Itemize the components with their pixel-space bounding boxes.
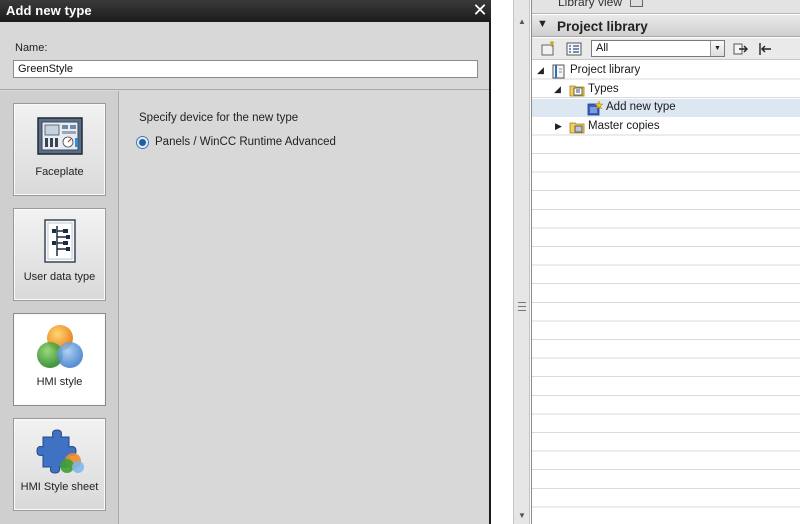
name-label: Name: xyxy=(15,42,48,54)
export-icon[interactable] xyxy=(733,41,749,57)
faceplate-icon xyxy=(37,117,83,155)
add-new-type-dialog: Add new type ✕ Name: Faceplate xyxy=(0,0,491,524)
hmi-style-icon xyxy=(37,325,83,368)
type-user-data-type-label: User data type xyxy=(23,271,96,283)
type-selection-list: Faceplate User data type HMI style HMI S… xyxy=(0,91,119,524)
import-icon[interactable] xyxy=(757,41,773,57)
tree-expanded-arrow-icon[interactable]: ◢ xyxy=(554,84,561,95)
type-hmi-style-button[interactable]: HMI style xyxy=(13,313,106,406)
name-section: Name: xyxy=(0,22,489,90)
filter-dropdown[interactable]: All ▼ xyxy=(591,40,725,57)
device-radio-button[interactable] xyxy=(136,135,149,149)
chevron-down-icon[interactable]: ▼ xyxy=(537,18,548,30)
type-hmi-style-sheet-button[interactable]: HMI Style sheet xyxy=(13,418,106,511)
new-folder-icon[interactable] xyxy=(540,41,556,57)
details-view-icon[interactable] xyxy=(566,41,582,57)
dropdown-arrow-icon[interactable]: ▼ xyxy=(710,41,724,56)
tree-label-types: Types xyxy=(588,82,619,95)
tree-expanded-arrow-icon[interactable]: ◢ xyxy=(537,65,544,76)
project-library-icon xyxy=(552,64,565,79)
dialog-title-bar: Add new type ✕ xyxy=(0,0,491,22)
scroll-down-icon[interactable]: ▼ xyxy=(516,510,528,522)
splitter-grip-icon[interactable] xyxy=(517,300,527,314)
master-copies-folder-icon xyxy=(569,122,585,134)
types-folder-icon xyxy=(569,85,585,96)
type-user-data-type-button[interactable]: User data type xyxy=(13,208,106,301)
add-new-type-icon xyxy=(587,100,603,116)
close-button[interactable]: ✕ xyxy=(469,0,491,22)
library-view-bar: Library view xyxy=(532,0,800,14)
tree-label-master-copies: Master copies xyxy=(588,119,660,132)
tree-item-add-new-type[interactable]: Add new type xyxy=(532,99,800,118)
tree-label-project-library: Project library xyxy=(570,64,641,76)
hmi-style-sheet-icon xyxy=(36,429,84,474)
filter-value: All xyxy=(596,42,609,54)
device-prompt: Specify device for the new type xyxy=(139,112,299,124)
tree-label-add-new-type: Add new type xyxy=(606,101,676,114)
library-view-icon[interactable] xyxy=(630,0,643,7)
library-view-link[interactable]: Library view xyxy=(558,0,622,9)
library-toolbar: All ▼ xyxy=(532,38,800,60)
panel-splitter[interactable]: ▲ ▼ xyxy=(513,0,530,524)
scroll-up-icon[interactable]: ▲ xyxy=(516,16,528,28)
project-library-title: Project library xyxy=(557,19,648,34)
type-options-panel: Specify device for the new type Panels /… xyxy=(120,91,489,524)
device-option-label: Panels / WinCC Runtime Advanced xyxy=(155,136,336,148)
tree-item-master-copies[interactable]: ▶ Master copies xyxy=(532,118,800,136)
tree-collapsed-arrow-icon[interactable]: ▶ xyxy=(555,121,562,132)
dialog-title: Add new type xyxy=(6,3,92,18)
tree-item-project-library[interactable]: ◢ Project library xyxy=(532,62,800,80)
device-option-row[interactable]: Panels / WinCC Runtime Advanced xyxy=(136,134,336,150)
name-input[interactable] xyxy=(13,60,478,78)
library-tree: ◢ Project library ◢ Types Add new type ▶… xyxy=(532,61,800,524)
user-data-type-icon xyxy=(44,219,76,263)
type-hmi-style-label: HMI style xyxy=(36,376,83,388)
type-faceplate-label: Faceplate xyxy=(35,166,84,178)
library-panel: Library view ▼ Project library All ▼ ◢ P… xyxy=(531,0,800,524)
type-hmi-style-sheet-label: HMI Style sheet xyxy=(20,481,99,493)
tree-item-types[interactable]: ◢ Types xyxy=(532,81,800,99)
project-library-header[interactable]: ▼ Project library xyxy=(532,15,800,37)
type-faceplate-button[interactable]: Faceplate xyxy=(13,103,106,196)
